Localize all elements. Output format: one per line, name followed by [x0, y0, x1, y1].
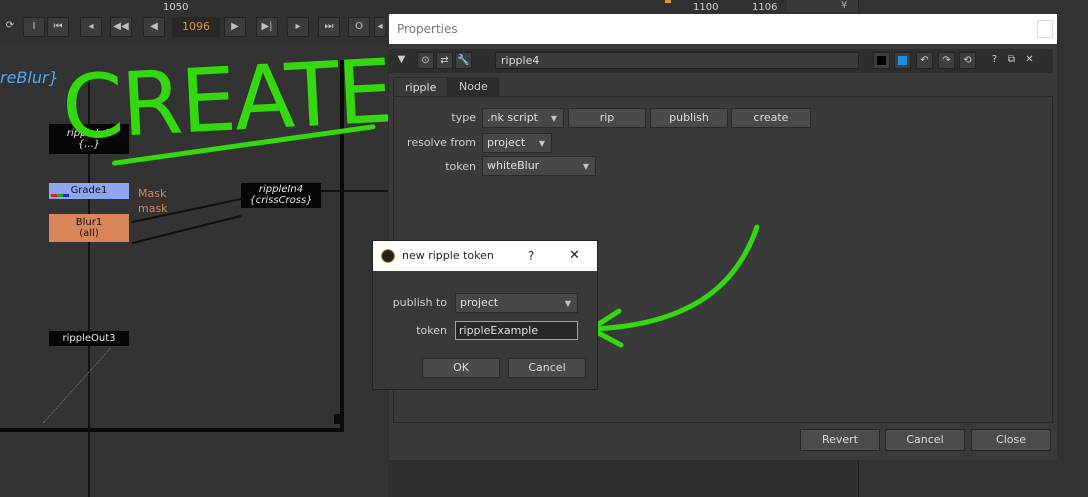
node-rippleIn4[interactable]: rippleIn4 {crissCross} [241, 183, 321, 208]
properties-titlebar: Properties [389, 14, 1057, 44]
tab-node[interactable]: Node [448, 77, 499, 96]
node-grade[interactable]: Grade1 [49, 183, 129, 199]
nuke-app-icon [381, 249, 395, 263]
chevron-down-icon: ▼ [538, 139, 545, 148]
play-forward-icon[interactable]: ▶ [224, 17, 246, 37]
node-graph[interactable]: reBlur} rippleIn3 {...} Grade1 rippleIn4… [0, 46, 388, 497]
timeline-tick: 1106 [752, 2, 778, 13]
next-frame-icon[interactable]: ▶| [256, 17, 278, 37]
undo-icon[interactable]: ↶ [916, 52, 933, 69]
token-label: token [445, 160, 476, 173]
timeline-extra-field [787, 0, 859, 12]
in-point-button[interactable]: I [23, 17, 45, 37]
close-button[interactable]: Close [971, 429, 1051, 451]
node-rippleOut3[interactable]: rippleOut3 [49, 331, 129, 346]
cancel-button[interactable]: Cancel [885, 429, 965, 451]
rip-button[interactable]: rip [568, 108, 646, 128]
publish-to-dropdown[interactable]: project ▼ [455, 293, 578, 313]
close-icon[interactable]: ✕ [569, 241, 580, 271]
chevron-down-icon: ▼ [582, 162, 589, 171]
resolve-from-label: resolve from [407, 136, 476, 149]
node-settings-icon[interactable]: ⇄ [436, 52, 453, 69]
token-dropdown[interactable]: whiteBlur ▼ [482, 156, 596, 176]
step-forward-increment-icon[interactable]: ▸ [287, 17, 309, 37]
token-label: token [416, 324, 447, 337]
node-subtitle: (all) [79, 228, 99, 239]
collapse-arrow-icon[interactable]: ▼ [393, 52, 410, 69]
step-back-increment-icon[interactable]: ◂ [80, 17, 102, 37]
annotation-text: CREATE [59, 46, 388, 160]
resolve-from-dropdown[interactable]: project ▼ [482, 133, 552, 153]
label-color-swatch[interactable] [894, 52, 911, 69]
playhead-marker [665, 0, 671, 3]
backdrop-resize-handle[interactable] [334, 414, 344, 424]
type-label: type [451, 111, 476, 124]
node-title: Blur1 [75, 217, 103, 228]
viewer-toggle-icon[interactable]: ⊙ [417, 52, 434, 69]
timeline-tick: 1050 [163, 2, 189, 13]
edge [88, 199, 90, 215]
new-ripple-token-dialog: new ripple token ? ✕ publish to project … [372, 240, 598, 390]
chevron-down-icon[interactable]: ¥ [841, 0, 847, 11]
current-frame-field[interactable]: 1096 [172, 17, 220, 37]
node-title: rippleIn4 [258, 184, 304, 195]
titlebar-button[interactable] [1037, 20, 1053, 38]
node-title: rippleOut3 [62, 333, 116, 344]
last-frame-icon[interactable]: ⏭ [318, 17, 340, 37]
properties-window: Properties ▼ ⊙ ⇄ 🔧 ripple4 ↶ ↷ ⟲ ? ⧉ ✕ r… [389, 14, 1057, 460]
help-icon[interactable]: ? [986, 52, 1003, 69]
type-value: .nk script [487, 111, 538, 124]
node-title: Grade1 [70, 185, 108, 196]
mask-label: mask [138, 202, 168, 215]
mask-label: Mask [138, 187, 167, 200]
token-input[interactable]: rippleExample [455, 321, 578, 340]
properties-toolbar: ▼ ⊙ ⇄ 🔧 ripple4 ↶ ↷ ⟲ ? ⧉ ✕ [389, 49, 1053, 73]
backdrop-label: reBlur} [0, 68, 59, 87]
node-name-field[interactable]: ripple4 [495, 52, 859, 69]
edge [88, 242, 90, 331]
edge [320, 190, 388, 192]
publish-button[interactable]: publish [650, 108, 728, 128]
revert-button[interactable]: Revert [800, 429, 880, 451]
redo-icon[interactable]: ↷ [938, 52, 955, 69]
float-window-icon[interactable]: ⧉ [1003, 52, 1020, 69]
help-icon[interactable]: ? [528, 241, 534, 271]
resolve-from-value: project [487, 136, 526, 149]
publish-to-label: publish to [392, 296, 447, 309]
timeline-tick: 1100 [693, 2, 719, 13]
publish-to-value: project [460, 296, 499, 309]
type-dropdown[interactable]: .nk script ▼ [482, 108, 564, 128]
dialog-titlebar: new ripple token ? ✕ [373, 241, 597, 271]
edge [88, 154, 90, 183]
previous-keyframe-icon[interactable]: ◀◀ [110, 17, 132, 37]
token-value: whiteBlur [487, 159, 540, 172]
close-icon[interactable]: ✕ [1021, 52, 1038, 69]
properties-title: Properties [397, 22, 458, 36]
tab-ripple[interactable]: ripple [393, 77, 449, 96]
timeline-overflow-icon[interactable]: ◂ [374, 17, 386, 37]
cancel-button[interactable]: Cancel [508, 358, 586, 378]
wrench-icon[interactable]: 🔧 [455, 52, 472, 69]
dialog-title: new ripple token [402, 249, 494, 262]
create-button[interactable]: create [731, 108, 811, 128]
annotation-arrow [588, 224, 760, 348]
ok-button[interactable]: OK [422, 358, 500, 378]
chevron-down-icon: ▼ [550, 114, 557, 123]
first-frame-icon[interactable]: ⏮ [47, 17, 69, 37]
revert-icon[interactable]: ⟲ [959, 52, 976, 69]
chevron-down-icon: ▼ [564, 299, 571, 308]
node-blur[interactable]: Blur1 (all) [49, 214, 129, 242]
channel-indicator [63, 194, 69, 197]
out-point-button[interactable]: O [348, 17, 370, 37]
node-color-swatch[interactable] [873, 52, 890, 69]
loop-mode-icon[interactable]: ⟳ [0, 17, 20, 37]
play-backward-icon[interactable]: ◀ [143, 17, 165, 37]
node-subtitle: {crissCross} [249, 195, 313, 206]
